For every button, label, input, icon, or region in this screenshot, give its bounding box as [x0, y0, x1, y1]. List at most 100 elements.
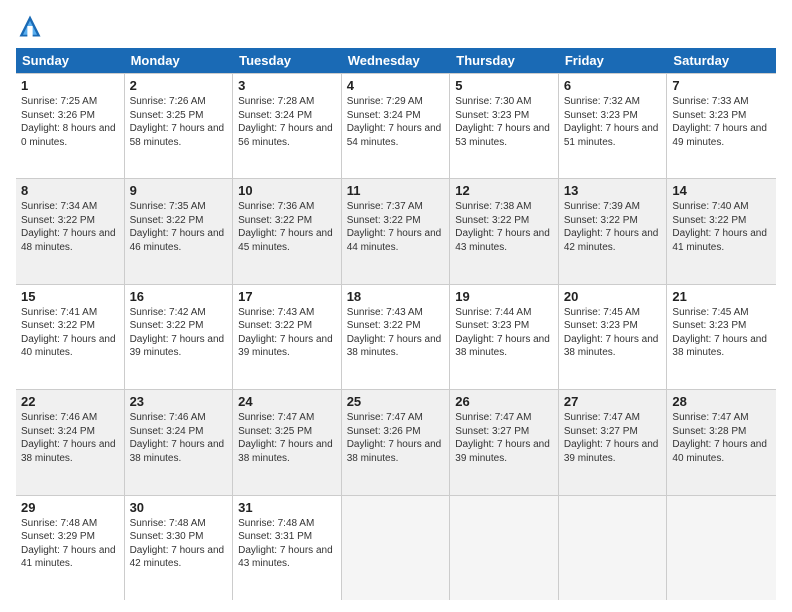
calendar-header-cell: Thursday — [450, 48, 559, 73]
calendar-cell: 31 Sunrise: 7:48 AMSunset: 3:31 PMDayligh… — [233, 496, 342, 600]
calendar-cell — [450, 496, 559, 600]
cell-info: Sunrise: 7:47 AMSunset: 3:27 PMDaylight:… — [455, 412, 550, 464]
calendar-cell: 22 Sunrise: 7:46 AMSunset: 3:24 PMDayligh… — [16, 390, 125, 494]
calendar-cell: 3 Sunrise: 7:28 AMSunset: 3:24 PMDaylight… — [233, 74, 342, 178]
calendar-week-row: 1Sunrise: 7:25 AMSunset: 3:26 PMDaylight… — [16, 74, 776, 179]
day-number: 20 — [564, 289, 662, 304]
calendar-cell: 20 Sunrise: 7:45 AMSunset: 3:23 PMDayligh… — [559, 285, 668, 389]
calendar-header-cell: Friday — [559, 48, 668, 73]
header — [16, 12, 776, 40]
cell-info: Sunrise: 7:39 AMSunset: 3:22 PMDaylight:… — [564, 201, 659, 253]
cell-info: Sunrise: 7:38 AMSunset: 3:22 PMDaylight:… — [455, 201, 550, 253]
day-number: 15 — [21, 289, 119, 304]
cell-info: Sunrise: 7:43 AMSunset: 3:22 PMDaylight:… — [238, 307, 333, 359]
calendar: SundayMondayTuesdayWednesdayThursdayFrid… — [16, 48, 776, 600]
cell-info: Sunrise: 7:46 AMSunset: 3:24 PMDaylight:… — [21, 412, 116, 464]
calendar-week-row: 29 Sunrise: 7:48 AMSunset: 3:29 PMDayligh… — [16, 496, 776, 600]
cell-info: Sunrise: 7:47 AMSunset: 3:25 PMDaylight:… — [238, 412, 333, 464]
cell-info: Sunrise: 7:35 AMSunset: 3:22 PMDaylight:… — [130, 201, 225, 253]
calendar-cell: 1Sunrise: 7:25 AMSunset: 3:26 PMDaylight… — [16, 74, 125, 178]
calendar-cell: 21 Sunrise: 7:45 AMSunset: 3:23 PMDayligh… — [667, 285, 776, 389]
logo-icon — [16, 12, 44, 40]
calendar-week-row: 15 Sunrise: 7:41 AMSunset: 3:22 PMDayligh… — [16, 285, 776, 390]
calendar-cell: 11Sunrise: 7:37 AMSunset: 3:22 PMDayligh… — [342, 179, 451, 283]
cell-info: Sunrise: 7:48 AMSunset: 3:29 PMDaylight:… — [21, 518, 116, 570]
calendar-cell: 23 Sunrise: 7:46 AMSunset: 3:24 PMDayligh… — [125, 390, 234, 494]
calendar-cell: 8 Sunrise: 7:34 AMSunset: 3:22 PMDaylight… — [16, 179, 125, 283]
cell-info: Sunrise: 7:33 AMSunset: 3:23 PMDaylight:… — [672, 96, 767, 148]
day-number: 4 — [347, 78, 445, 93]
calendar-cell: 27 Sunrise: 7:47 AMSunset: 3:27 PMDayligh… — [559, 390, 668, 494]
day-number: 21 — [672, 289, 771, 304]
calendar-cell: 13 Sunrise: 7:39 AMSunset: 3:22 PMDayligh… — [559, 179, 668, 283]
day-number: 3 — [238, 78, 336, 93]
day-number: 27 — [564, 394, 662, 409]
calendar-cell: 7 Sunrise: 7:33 AMSunset: 3:23 PMDaylight… — [667, 74, 776, 178]
day-number: 26 — [455, 394, 553, 409]
calendar-week-row: 22 Sunrise: 7:46 AMSunset: 3:24 PMDayligh… — [16, 390, 776, 495]
calendar-cell: 24 Sunrise: 7:47 AMSunset: 3:25 PMDayligh… — [233, 390, 342, 494]
cell-info: Sunrise: 7:48 AMSunset: 3:30 PMDaylight:… — [130, 518, 225, 570]
day-number: 16 — [130, 289, 228, 304]
day-number: 17 — [238, 289, 336, 304]
day-number: 22 — [21, 394, 119, 409]
day-number: 8 — [21, 183, 119, 198]
calendar-cell: 28Sunrise: 7:47 AMSunset: 3:28 PMDayligh… — [667, 390, 776, 494]
calendar-cell: 6 Sunrise: 7:32 AMSunset: 3:23 PMDaylight… — [559, 74, 668, 178]
cell-info: Sunrise: 7:47 AMSunset: 3:28 PMDaylight:… — [672, 412, 767, 464]
cell-info: Sunrise: 7:36 AMSunset: 3:22 PMDaylight:… — [238, 201, 333, 253]
calendar-cell — [559, 496, 668, 600]
calendar-cell: 17 Sunrise: 7:43 AMSunset: 3:22 PMDayligh… — [233, 285, 342, 389]
day-number: 18 — [347, 289, 445, 304]
day-number: 2 — [130, 78, 228, 93]
day-number: 31 — [238, 500, 336, 515]
day-number: 23 — [130, 394, 228, 409]
day-number: 6 — [564, 78, 662, 93]
cell-info: Sunrise: 7:34 AMSunset: 3:22 PMDaylight:… — [21, 201, 116, 253]
calendar-header-cell: Saturday — [667, 48, 776, 73]
calendar-cell: 16 Sunrise: 7:42 AMSunset: 3:22 PMDayligh… — [125, 285, 234, 389]
calendar-cell: 25Sunrise: 7:47 AMSunset: 3:26 PMDayligh… — [342, 390, 451, 494]
calendar-cell: 5Sunrise: 7:30 AMSunset: 3:23 PMDaylight… — [450, 74, 559, 178]
day-number: 7 — [672, 78, 771, 93]
calendar-header-cell: Wednesday — [342, 48, 451, 73]
cell-info: Sunrise: 7:43 AMSunset: 3:22 PMDaylight:… — [347, 307, 442, 359]
day-number: 24 — [238, 394, 336, 409]
cell-info: Sunrise: 7:26 AMSunset: 3:25 PMDaylight:… — [130, 96, 225, 148]
cell-info: Sunrise: 7:46 AMSunset: 3:24 PMDaylight:… — [130, 412, 225, 464]
day-number: 29 — [21, 500, 119, 515]
cell-info: Sunrise: 7:47 AMSunset: 3:26 PMDaylight:… — [347, 412, 442, 464]
cell-info: Sunrise: 7:28 AMSunset: 3:24 PMDaylight:… — [238, 96, 333, 148]
day-number: 19 — [455, 289, 553, 304]
day-number: 11 — [347, 183, 445, 198]
calendar-cell: 12 Sunrise: 7:38 AMSunset: 3:22 PMDayligh… — [450, 179, 559, 283]
cell-info: Sunrise: 7:30 AMSunset: 3:23 PMDaylight:… — [455, 96, 550, 148]
calendar-header: SundayMondayTuesdayWednesdayThursdayFrid… — [16, 48, 776, 73]
cell-info: Sunrise: 7:32 AMSunset: 3:23 PMDaylight:… — [564, 96, 659, 148]
cell-info: Sunrise: 7:45 AMSunset: 3:23 PMDaylight:… — [672, 307, 767, 359]
cell-info: Sunrise: 7:48 AMSunset: 3:31 PMDaylight:… — [238, 518, 333, 570]
calendar-cell: 4Sunrise: 7:29 AMSunset: 3:24 PMDaylight… — [342, 74, 451, 178]
calendar-cell: 10 Sunrise: 7:36 AMSunset: 3:22 PMDayligh… — [233, 179, 342, 283]
calendar-cell: 9 Sunrise: 7:35 AMSunset: 3:22 PMDaylight… — [125, 179, 234, 283]
cell-info: Sunrise: 7:45 AMSunset: 3:23 PMDaylight:… — [564, 307, 659, 359]
day-number: 14 — [672, 183, 771, 198]
page: SundayMondayTuesdayWednesdayThursdayFrid… — [0, 0, 792, 612]
day-number: 10 — [238, 183, 336, 198]
day-number: 12 — [455, 183, 553, 198]
day-number: 1 — [21, 78, 119, 93]
calendar-header-cell: Sunday — [16, 48, 125, 73]
cell-info: Sunrise: 7:44 AMSunset: 3:23 PMDaylight:… — [455, 307, 550, 359]
day-number: 30 — [130, 500, 228, 515]
calendar-cell: 14Sunrise: 7:40 AMSunset: 3:22 PMDayligh… — [667, 179, 776, 283]
cell-info: Sunrise: 7:47 AMSunset: 3:27 PMDaylight:… — [564, 412, 659, 464]
cell-info: Sunrise: 7:42 AMSunset: 3:22 PMDaylight:… — [130, 307, 225, 359]
calendar-week-row: 8 Sunrise: 7:34 AMSunset: 3:22 PMDaylight… — [16, 179, 776, 284]
calendar-body: 1Sunrise: 7:25 AMSunset: 3:26 PMDaylight… — [16, 73, 776, 600]
cell-info: Sunrise: 7:41 AMSunset: 3:22 PMDaylight:… — [21, 307, 116, 359]
calendar-cell: 15 Sunrise: 7:41 AMSunset: 3:22 PMDayligh… — [16, 285, 125, 389]
day-number: 13 — [564, 183, 662, 198]
day-number: 9 — [130, 183, 228, 198]
calendar-cell: 2 Sunrise: 7:26 AMSunset: 3:25 PMDaylight… — [125, 74, 234, 178]
calendar-cell: 29 Sunrise: 7:48 AMSunset: 3:29 PMDayligh… — [16, 496, 125, 600]
